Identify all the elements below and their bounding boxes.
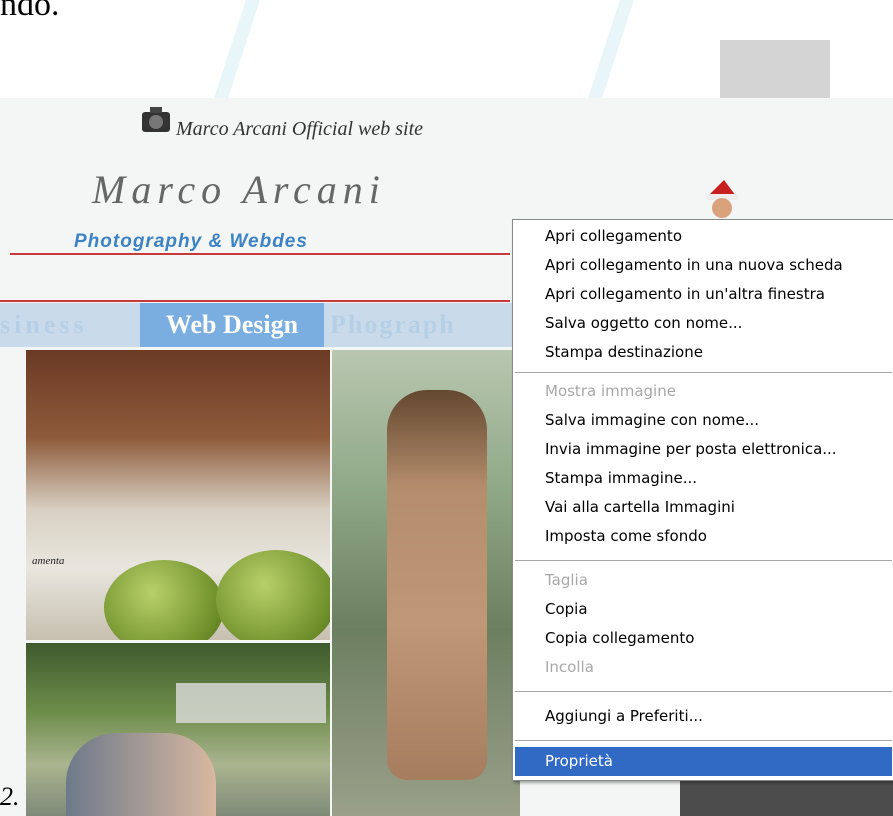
header-divider	[10, 253, 510, 255]
menu-item-properties[interactable]: Proprietà	[515, 747, 892, 776]
couple-shape	[66, 733, 216, 816]
santa-figure-icon	[706, 180, 738, 218]
menu-item-save-target-as[interactable]: Salva oggetto con nome...	[515, 309, 892, 338]
decorative-cyan-shape	[214, 0, 634, 98]
document-partial-label: 2.	[0, 782, 20, 811]
site-logo-script: Marco Arcani	[92, 167, 386, 212]
menu-item-cut: Taglia	[545, 571, 588, 589]
document-partial-text: ndo.	[0, 0, 60, 23]
menu-item-copy-link[interactable]: Copia collegamento	[515, 624, 892, 653]
menu-item-save-picture-as[interactable]: Salva immagine con nome...	[515, 406, 892, 435]
menu-item-copy[interactable]: Copia	[515, 595, 892, 624]
nav-photography-link[interactable]: Phograph	[330, 303, 456, 347]
menu-separator	[515, 740, 892, 741]
nav-webdesign-link[interactable]: Web Design	[140, 303, 324, 347]
menu-separator	[515, 691, 892, 692]
menu-item-show-picture: Mostra immagine	[545, 382, 676, 400]
context-menu: Apri collegamento Apri collegamento in u…	[512, 219, 893, 781]
apple-left	[104, 560, 224, 640]
bottom-right-photo[interactable]	[680, 778, 893, 816]
menu-item-add-to-favorites[interactable]: Aggiungi a Preferiti...	[515, 702, 892, 731]
woman-photo[interactable]	[332, 350, 520, 816]
nav-business-link[interactable]: siness	[0, 303, 88, 347]
decorative-grey-shape	[720, 40, 830, 98]
photo-caption: amenta	[32, 555, 65, 567]
menu-item-open-link[interactable]: Apri collegamento	[515, 222, 892, 251]
balustrade-shape	[176, 683, 326, 723]
apple-right	[216, 550, 330, 640]
wedding-photo[interactable]	[26, 643, 330, 816]
menu-item-paste: Incolla	[545, 658, 594, 676]
nav-top-divider	[0, 300, 510, 302]
menu-item-print-picture[interactable]: Stampa immagine...	[515, 464, 892, 493]
menu-item-email-picture[interactable]: Invia immagine per posta elettronica...	[515, 435, 892, 464]
site-title: Marco Arcani Official web site	[176, 118, 424, 140]
restaurant-photo[interactable]: amenta	[26, 350, 330, 640]
menu-item-set-as-background[interactable]: Imposta come sfondo	[515, 522, 892, 551]
menu-item-print-target[interactable]: Stampa destinazione	[515, 338, 892, 367]
figure-shape	[387, 390, 487, 780]
menu-item-open-new-tab[interactable]: Apri collegamento in una nuova scheda	[515, 251, 892, 280]
site-logo-subtitle: Photography & Webdes	[74, 231, 308, 252]
document-background-strip: ndo.	[0, 0, 893, 98]
menu-item-go-to-pictures[interactable]: Vai alla cartella Immagini	[515, 493, 892, 522]
menu-separator	[515, 560, 892, 561]
camera-icon	[142, 107, 170, 132]
menu-item-open-new-window[interactable]: Apri collegamento in un'altra finestra	[515, 280, 892, 309]
menu-separator	[515, 372, 892, 373]
